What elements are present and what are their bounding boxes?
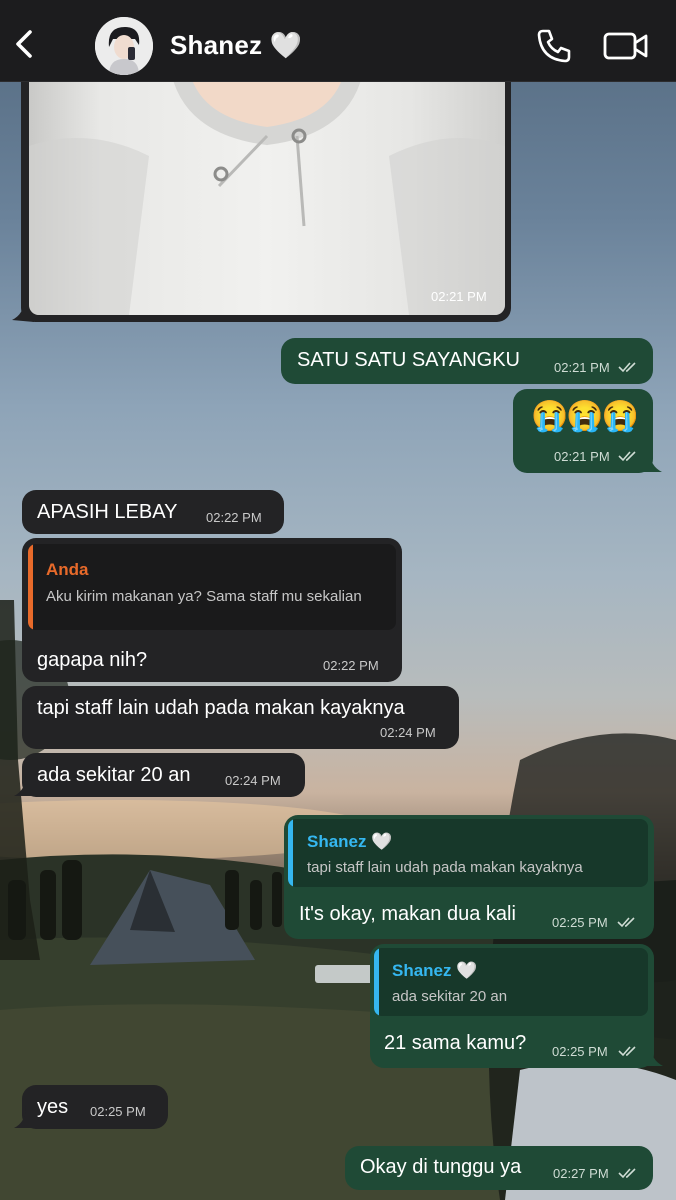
message-text: It's okay, makan dua kali: [299, 903, 516, 925]
message-time: 02:21 PM: [431, 289, 487, 304]
reply-quote[interactable]: Anda Aku kirim makanan ya? Sama staff mu…: [28, 544, 396, 630]
message-time: 02:21 PM: [554, 360, 610, 375]
incoming-message[interactable]: yes 02:25 PM: [22, 1085, 168, 1129]
double-check-icon: [618, 1168, 636, 1179]
outgoing-message[interactable]: SATU SATU SAYANGKU 02:21 PM: [281, 338, 653, 384]
message-time: 02:24 PM: [225, 773, 281, 788]
message-text: 21 sama kamu?: [384, 1032, 527, 1054]
incoming-message[interactable]: APASIH LEBAY 02:22 PM: [22, 490, 284, 534]
chat-header: Shanez 🤍: [0, 0, 676, 82]
message-text: yes: [37, 1096, 69, 1118]
message-time: 02:22 PM: [323, 658, 379, 673]
reply-author: Anda: [46, 560, 89, 579]
outgoing-message[interactable]: 😭😭😭 02:21 PM: [513, 389, 653, 473]
message-text: gapapa nih?: [37, 649, 148, 671]
message-text: SATU SATU SAYANGKU: [297, 349, 520, 371]
video-camera-icon[interactable]: [603, 30, 649, 62]
reply-quote[interactable]: Shanez 🤍 tapi staff lain udah pada makan…: [288, 819, 648, 887]
reply-text: Aku kirim makanan ya? Sama staff mu seka…: [46, 588, 362, 605]
outgoing-message[interactable]: Shanez 🤍 tapi staff lain udah pada makan…: [284, 815, 654, 939]
double-check-icon: [618, 1046, 636, 1057]
message-text: APASIH LEBAY: [37, 501, 178, 523]
double-check-icon: [618, 451, 636, 462]
reply-author: Shanez 🤍: [392, 961, 478, 980]
photo-image[interactable]: 02:21 PM: [29, 66, 505, 315]
double-check-icon: [618, 362, 636, 373]
incoming-message[interactable]: Anda Aku kirim makanan ya? Sama staff mu…: [22, 538, 402, 682]
message-text: Okay di tunggu ya: [360, 1156, 522, 1178]
message-time: 02:27 PM: [553, 1166, 609, 1181]
message-time: 02:21 PM: [554, 449, 610, 464]
bubble-tail: [641, 1046, 663, 1066]
double-check-icon: [617, 917, 635, 928]
incoming-message[interactable]: tapi staff lain udah pada makan kayaknya…: [22, 686, 459, 749]
reply-quote[interactable]: Shanez 🤍 ada sekitar 20 an: [374, 948, 648, 1016]
bubble-tail: [14, 774, 36, 796]
message-time: 02:25 PM: [552, 1044, 608, 1059]
message-text: ada sekitar 20 an: [37, 764, 191, 786]
message-time: 02:25 PM: [552, 915, 608, 930]
outgoing-message[interactable]: Okay di tunggu ya 02:27 PM: [345, 1146, 653, 1190]
contact-name[interactable]: Shanez 🤍: [170, 30, 302, 61]
outgoing-message[interactable]: Shanez 🤍 ada sekitar 20 an 21 sama kamu?…: [370, 944, 654, 1068]
bubble-tail: [14, 1106, 36, 1128]
message-text: 😭😭😭: [531, 400, 639, 433]
reply-text: tapi staff lain udah pada makan kayaknya: [307, 859, 583, 876]
incoming-message[interactable]: ada sekitar 20 an 02:24 PM: [22, 753, 305, 797]
bubble-tail: [640, 452, 662, 472]
reply-author: Shanez 🤍: [307, 832, 393, 851]
reply-text: ada sekitar 20 an: [392, 988, 508, 1005]
message-time: 02:25 PM: [90, 1104, 146, 1119]
contact-avatar[interactable]: [95, 17, 153, 75]
message-time: 02:24 PM: [380, 725, 436, 740]
phone-icon[interactable]: [535, 27, 573, 65]
message-text: tapi staff lain udah pada makan kayaknya: [37, 697, 405, 719]
chevron-left-icon[interactable]: [8, 24, 38, 64]
message-time: 02:22 PM: [206, 510, 262, 525]
